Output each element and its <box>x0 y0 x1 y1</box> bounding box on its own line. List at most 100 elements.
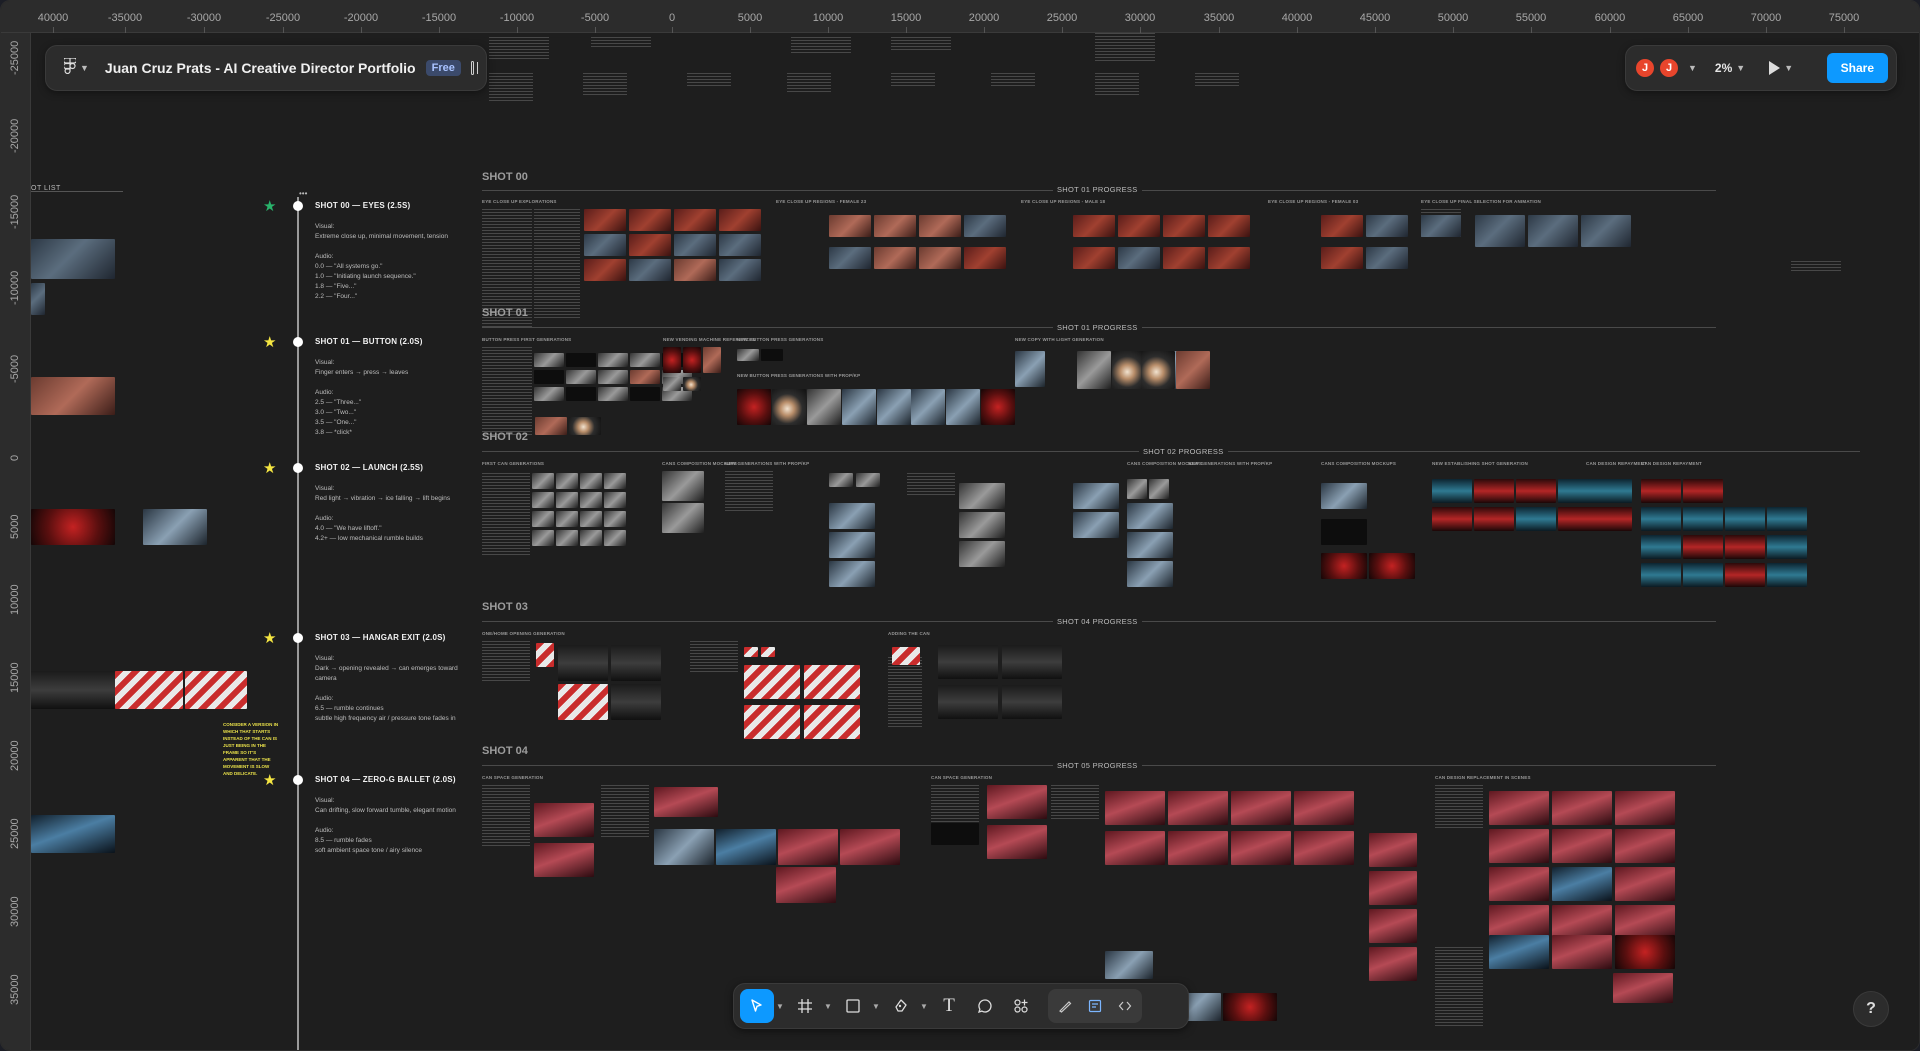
image-thumbnail[interactable] <box>1127 503 1173 529</box>
image-thumbnail[interactable] <box>1432 507 1472 531</box>
image-thumbnail[interactable] <box>654 787 718 817</box>
image-thumbnail[interactable] <box>629 259 671 281</box>
image-thumbnail[interactable] <box>829 561 875 587</box>
image-thumbnail[interactable] <box>534 843 594 877</box>
chevron-down-icon[interactable]: ▼ <box>872 1002 882 1011</box>
image-thumbnail[interactable] <box>580 492 602 508</box>
image-thumbnail[interactable] <box>1641 479 1681 503</box>
image-thumbnail[interactable] <box>1683 479 1723 503</box>
image-thumbnail[interactable] <box>663 377 681 391</box>
image-thumbnail[interactable] <box>877 389 911 425</box>
image-thumbnail[interactable] <box>959 541 1005 567</box>
image-thumbnail[interactable] <box>1002 645 1062 679</box>
image-thumbnail[interactable] <box>1231 831 1291 865</box>
image-thumbnail[interactable] <box>566 387 596 401</box>
image-thumbnail[interactable] <box>598 353 628 367</box>
image-thumbnail[interactable] <box>532 511 554 527</box>
image-thumbnail[interactable] <box>1432 479 1472 503</box>
image-thumbnail[interactable] <box>532 530 554 546</box>
image-thumbnail[interactable] <box>719 259 761 281</box>
image-thumbnail[interactable] <box>1294 831 1354 865</box>
image-thumbnail[interactable] <box>630 353 660 367</box>
image-thumbnail[interactable] <box>1683 507 1723 531</box>
image-thumbnail[interactable] <box>1683 535 1723 559</box>
image-thumbnail[interactable] <box>938 645 998 679</box>
image-thumbnail[interactable] <box>598 387 628 401</box>
chevron-down-icon[interactable]: ▼ <box>1688 63 1697 73</box>
image-thumbnail[interactable] <box>1168 791 1228 825</box>
image-thumbnail[interactable] <box>558 645 608 681</box>
help-button[interactable]: ? <box>1853 991 1889 1027</box>
image-thumbnail[interactable] <box>674 234 716 256</box>
image-thumbnail[interactable] <box>556 530 578 546</box>
image-thumbnail[interactable] <box>1208 215 1250 237</box>
image-thumbnail[interactable] <box>1641 563 1681 587</box>
present-button[interactable]: ▼ <box>1769 61 1793 75</box>
image-thumbnail[interactable] <box>630 387 660 401</box>
image-thumbnail[interactable] <box>629 209 671 231</box>
image-thumbnail[interactable] <box>580 473 602 489</box>
image-thumbnail[interactable] <box>1105 791 1165 825</box>
image-thumbnail[interactable] <box>604 492 626 508</box>
image-thumbnail[interactable] <box>566 353 596 367</box>
image-thumbnail[interactable] <box>1552 867 1612 901</box>
image-thumbnail[interactable] <box>1552 791 1612 825</box>
image-thumbnail[interactable] <box>856 473 880 487</box>
image-thumbnail[interactable] <box>1369 833 1417 867</box>
image-thumbnail[interactable] <box>911 389 945 425</box>
image-thumbnail[interactable] <box>1581 215 1631 247</box>
image-thumbnail[interactable] <box>1141 351 1175 389</box>
image-thumbnail[interactable] <box>630 370 660 384</box>
image-thumbnail[interactable] <box>580 530 602 546</box>
image-thumbnail[interactable] <box>1208 247 1250 269</box>
image-thumbnail[interactable] <box>1149 479 1169 499</box>
image-thumbnail[interactable] <box>744 665 800 699</box>
image-thumbnail[interactable] <box>1118 247 1160 269</box>
image-thumbnail[interactable] <box>919 247 961 269</box>
image-thumbnail[interactable] <box>1294 791 1354 825</box>
image-thumbnail[interactable] <box>1073 215 1115 237</box>
image-thumbnail[interactable] <box>1615 791 1675 825</box>
avatar[interactable]: J <box>1634 57 1656 79</box>
image-thumbnail[interactable] <box>534 353 564 367</box>
image-thumbnail[interactable] <box>761 349 783 361</box>
image-thumbnail[interactable] <box>1077 351 1111 389</box>
image-thumbnail[interactable] <box>556 473 578 489</box>
image-thumbnail[interactable] <box>1127 479 1147 499</box>
image-thumbnail[interactable] <box>629 234 671 256</box>
image-thumbnail[interactable] <box>719 234 761 256</box>
image-thumbnail[interactable] <box>959 483 1005 509</box>
image-thumbnail[interactable] <box>611 645 661 681</box>
image-thumbnail[interactable] <box>1105 831 1165 865</box>
image-thumbnail[interactable] <box>1641 507 1681 531</box>
image-thumbnail[interactable] <box>716 829 776 865</box>
image-thumbnail[interactable] <box>892 647 920 665</box>
image-thumbnail[interactable] <box>1366 247 1408 269</box>
image-thumbnail[interactable] <box>1615 867 1675 901</box>
image-thumbnail[interactable] <box>829 532 875 558</box>
image-thumbnail[interactable] <box>1015 351 1045 387</box>
image-thumbnail[interactable] <box>703 347 721 373</box>
image-thumbnail[interactable] <box>778 829 838 865</box>
plan-badge[interactable]: Free <box>425 60 461 76</box>
image-thumbnail[interactable] <box>1489 867 1549 901</box>
image-thumbnail[interactable] <box>1321 247 1363 269</box>
image-thumbnail[interactable] <box>556 492 578 508</box>
image-thumbnail[interactable] <box>1615 935 1675 969</box>
image-thumbnail[interactable] <box>1163 247 1205 269</box>
image-thumbnail[interactable] <box>1767 535 1807 559</box>
image-thumbnail[interactable] <box>1168 831 1228 865</box>
image-thumbnail[interactable] <box>959 512 1005 538</box>
image-thumbnail[interactable] <box>536 643 554 667</box>
image-thumbnail[interactable] <box>776 867 836 903</box>
image-thumbnail[interactable] <box>654 829 714 865</box>
image-thumbnail[interactable] <box>987 785 1047 819</box>
image-thumbnail[interactable] <box>874 215 916 237</box>
image-thumbnail[interactable] <box>569 417 601 435</box>
image-thumbnail[interactable] <box>1767 507 1807 531</box>
image-thumbnail[interactable] <box>1176 351 1210 389</box>
image-thumbnail[interactable] <box>987 825 1047 859</box>
image-thumbnail[interactable] <box>842 389 876 425</box>
image-thumbnail[interactable] <box>1118 215 1160 237</box>
image-thumbnail[interactable] <box>737 389 771 425</box>
